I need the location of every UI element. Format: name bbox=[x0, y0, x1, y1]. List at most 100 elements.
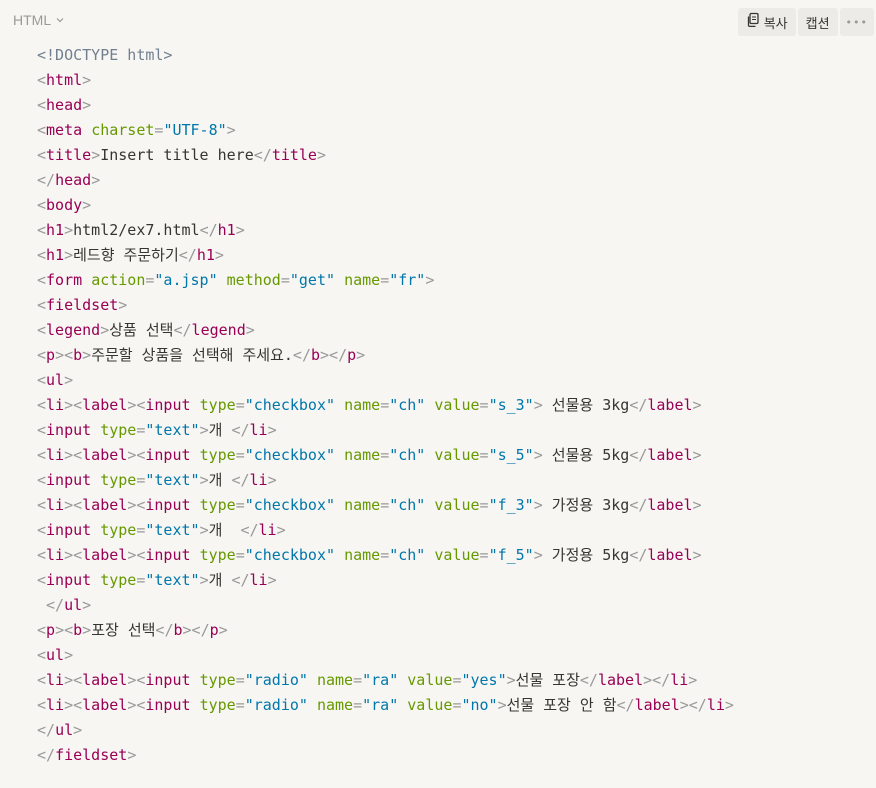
code-punctuation: </ bbox=[231, 471, 250, 489]
code-tag-name: label bbox=[647, 446, 693, 464]
code-tag-name: input bbox=[145, 496, 191, 514]
code-tag-name: label bbox=[647, 546, 693, 564]
code-tag-name: label bbox=[647, 396, 693, 414]
code-tag-name: label bbox=[82, 671, 128, 689]
code-punctuation: </ bbox=[231, 421, 250, 439]
code-tag-name: input bbox=[46, 521, 92, 539]
code-attribute-name: type bbox=[199, 446, 236, 464]
code-punctuation: </ bbox=[37, 746, 56, 764]
code-attribute-name: value bbox=[434, 396, 480, 414]
code-tag-name: input bbox=[145, 396, 191, 414]
code-punctuation: = bbox=[479, 546, 489, 564]
code-attribute-value: "ch" bbox=[389, 446, 426, 464]
code-tag-name: b bbox=[173, 621, 183, 639]
code-punctuation: > bbox=[724, 696, 734, 714]
code-line: <h1>html2/ex7.html</h1> bbox=[37, 218, 734, 243]
code-attribute-value: "text" bbox=[145, 421, 200, 439]
language-selector[interactable]: HTML bbox=[13, 12, 65, 28]
code-punctuation: < bbox=[37, 671, 47, 689]
code-attribute-name: value bbox=[407, 696, 453, 714]
code-punctuation: < bbox=[37, 121, 47, 139]
code-punctuation: > bbox=[64, 246, 74, 264]
code-punctuation: < bbox=[37, 246, 47, 264]
more-options-button[interactable]: ••• bbox=[839, 8, 874, 36]
code-punctuation: </ bbox=[579, 671, 598, 689]
code-punctuation: < bbox=[37, 196, 47, 214]
code-tag-name: li bbox=[46, 496, 65, 514]
code-attribute-name: name bbox=[316, 696, 354, 714]
code-punctuation: > bbox=[199, 571, 209, 589]
code-punctuation: = bbox=[380, 396, 390, 414]
code-punctuation: >< bbox=[64, 671, 83, 689]
code-tag-name: input bbox=[46, 571, 92, 589]
caption-button[interactable]: 캡션 bbox=[797, 8, 838, 36]
code-punctuation: > bbox=[82, 621, 92, 639]
code-attribute-name: charset bbox=[91, 121, 155, 139]
copy-icon bbox=[746, 12, 760, 32]
code-attribute-value: "checkbox" bbox=[244, 446, 336, 464]
code-attribute-name: value bbox=[407, 671, 453, 689]
code-text: 상품 선택 bbox=[109, 321, 174, 339]
code-text: html2/ex7.html bbox=[73, 221, 200, 239]
code-tag-name: label bbox=[82, 396, 128, 414]
code-attribute-name: type bbox=[199, 396, 236, 414]
code-punctuation: > bbox=[692, 396, 702, 414]
code-punctuation: </ bbox=[46, 596, 65, 614]
code-punctuation: > bbox=[82, 346, 92, 364]
code-tag-name: label bbox=[82, 496, 128, 514]
code-toolbar: 복사 캡션 ••• bbox=[737, 8, 874, 36]
code-tag-name: b bbox=[73, 621, 83, 639]
code-punctuation: >< bbox=[64, 546, 83, 564]
code-attribute-value: "text" bbox=[145, 521, 200, 539]
code-tag-name: h1 bbox=[46, 221, 65, 239]
code-attribute-name: type bbox=[100, 521, 137, 539]
code-punctuation: > bbox=[214, 246, 224, 264]
code-attribute-value: "ch" bbox=[389, 546, 426, 564]
copy-button[interactable]: 복사 bbox=[737, 8, 796, 36]
code-attribute-name: type bbox=[199, 496, 236, 514]
code-attribute-name: action bbox=[91, 271, 146, 289]
code-punctuation: < bbox=[37, 421, 47, 439]
language-label: HTML bbox=[13, 12, 52, 28]
code-punctuation: </ bbox=[37, 721, 56, 739]
code-punctuation: > bbox=[64, 646, 74, 664]
code-attribute-value: "radio" bbox=[244, 696, 308, 714]
code-tag-name: input bbox=[145, 696, 191, 714]
code-punctuation: = bbox=[235, 496, 245, 514]
code-text: 선물 포장 bbox=[515, 671, 580, 689]
code-tag-name: ul bbox=[46, 646, 65, 664]
code-line: <li><label><input type="radio" name="ra"… bbox=[37, 693, 734, 718]
code-line: <ul> bbox=[37, 368, 734, 393]
code-punctuation: > bbox=[533, 546, 543, 564]
code-text: 가정용 5kg bbox=[542, 546, 630, 564]
code-punctuation: > bbox=[356, 346, 366, 364]
code-punctuation: = bbox=[380, 546, 390, 564]
code-punctuation: > bbox=[73, 721, 83, 739]
code-tag-name: li bbox=[249, 571, 268, 589]
code-punctuation: > bbox=[692, 446, 702, 464]
code-punctuation: = bbox=[380, 271, 390, 289]
code-attribute-name: type bbox=[100, 421, 137, 439]
code-punctuation: < bbox=[37, 571, 47, 589]
code-tag-name: ul bbox=[55, 721, 74, 739]
code-punctuation: ></ bbox=[182, 621, 210, 639]
code-line: <meta charset="UTF-8"> bbox=[37, 118, 734, 143]
code-attribute-name: method bbox=[226, 271, 281, 289]
code-punctuation: < bbox=[37, 496, 47, 514]
code-punctuation: > bbox=[276, 521, 286, 539]
code-attribute-name: type bbox=[199, 546, 236, 564]
code-punctuation: </ bbox=[629, 446, 648, 464]
code-punctuation: </ bbox=[173, 321, 192, 339]
code-punctuation: = bbox=[353, 696, 363, 714]
code-line: <title>Insert title here</title> bbox=[37, 143, 734, 168]
code-line: </ul> bbox=[37, 718, 734, 743]
